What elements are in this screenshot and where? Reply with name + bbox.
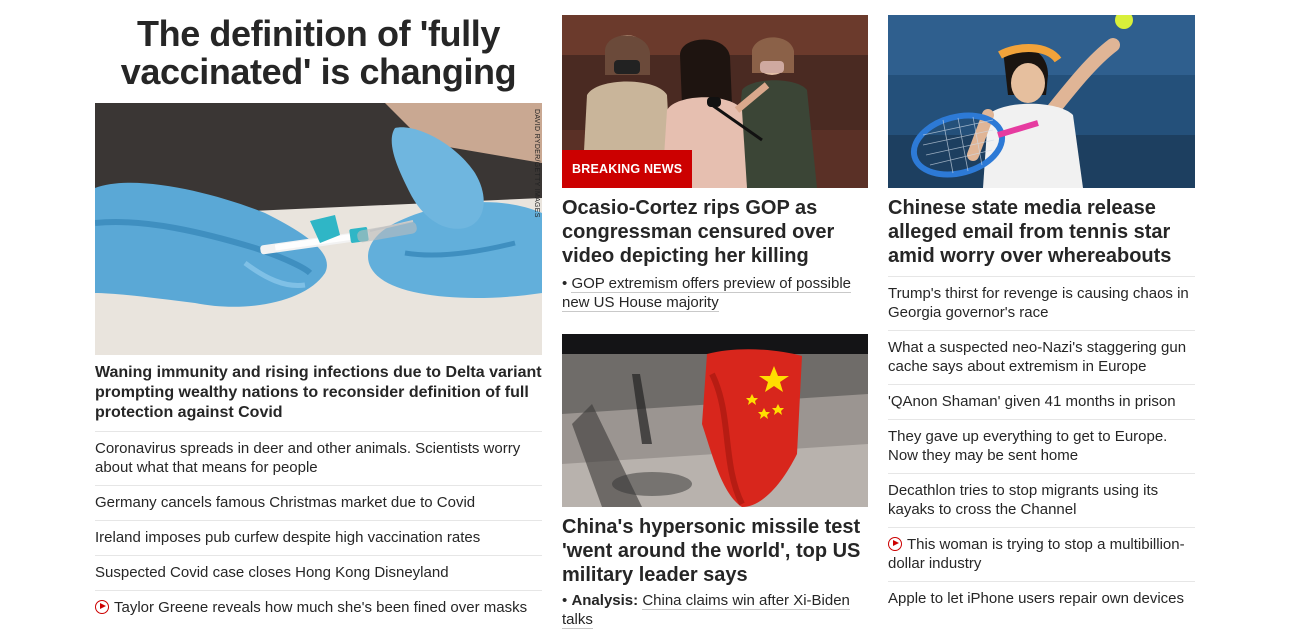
related-link[interactable]: Suspected Covid case closes Hong Kong Di…: [95, 564, 449, 581]
list-item: Decathlon tries to stop migrants using i…: [888, 473, 1195, 527]
tennis-player-illustration: [888, 15, 1195, 188]
list-item: Ireland imposes pub curfew despite high …: [95, 520, 542, 555]
related-link[interactable]: Ireland imposes pub curfew despite high …: [95, 529, 480, 546]
breaking-news-badge: BREAKING NEWS: [562, 150, 693, 188]
list-item: 'QAnon Shaman' given 41 months in prison: [888, 384, 1195, 419]
bullet: •: [562, 275, 568, 292]
related-link[interactable]: Trump's thirst for revenge is causing ch…: [888, 285, 1189, 321]
related-video-link[interactable]: This woman is trying to stop a multibill…: [888, 536, 1185, 572]
vaccine-syringe-image[interactable]: DAVID RYDER/GETTY IMAGES: [95, 103, 542, 355]
related-link[interactable]: Germany cancels famous Christmas market …: [95, 494, 475, 511]
list-item: Germany cancels famous Christmas market …: [95, 485, 542, 520]
play-circle-icon: [888, 537, 902, 551]
china-flag-illustration: [562, 334, 868, 507]
tennis-player-image[interactable]: [888, 15, 1195, 188]
right-related-links: Trump's thirst for revenge is causing ch…: [888, 276, 1195, 616]
story-sub-link-gop-extremism[interactable]: • GOP extremism offers preview of possib…: [562, 274, 868, 312]
vaccine-syringe-illustration: [95, 103, 542, 355]
story-headline-ocasio-cortez[interactable]: Ocasio-Cortez rips GOP as congressman ce…: [562, 196, 868, 268]
lead-story-title[interactable]: The definition of 'fully vaccinated' is …: [95, 0, 542, 91]
list-item: Taylor Greene reveals how much she's bee…: [95, 590, 542, 625]
story-headline-tennis-star[interactable]: Chinese state media release alleged emai…: [888, 196, 1195, 268]
story-headline-hypersonic-missile[interactable]: China's hypersonic missile test 'went ar…: [562, 515, 868, 587]
china-flag-image[interactable]: [562, 334, 868, 507]
list-item: They gave up everything to get to Europe…: [888, 419, 1195, 473]
related-link[interactable]: 'QAnon Shaman' given 41 months in prison: [888, 393, 1176, 410]
related-link[interactable]: Apple to let iPhone users repair own dev…: [888, 590, 1184, 607]
story-sub-link-analysis[interactable]: • Analysis: China claims win after Xi-Bi…: [562, 591, 868, 629]
bullet: •: [562, 592, 568, 609]
related-video-link[interactable]: Taylor Greene reveals how much she's bee…: [114, 599, 527, 616]
analysis-label: Analysis:: [571, 592, 639, 609]
related-link[interactable]: They gave up everything to get to Europe…: [888, 428, 1167, 464]
list-item: Trump's thirst for revenge is causing ch…: [888, 276, 1195, 330]
lead-story-column: The definition of 'fully vaccinated' is …: [95, 0, 542, 625]
image-credit: DAVID RYDER/GETTY IMAGES: [533, 109, 540, 218]
lead-related-links: Coronavirus spreads in deer and other an…: [95, 431, 542, 625]
list-item: Apple to let iPhone users repair own dev…: [888, 581, 1195, 616]
related-link[interactable]: What a suspected neo-Nazi's staggering g…: [888, 339, 1186, 375]
related-link[interactable]: Decathlon tries to stop migrants using i…: [888, 482, 1158, 518]
sub-link-text: GOP extremism offers preview of possible…: [562, 275, 851, 312]
list-item: Suspected Covid case closes Hong Kong Di…: [95, 555, 542, 590]
middle-column: BREAKING NEWS Ocasio-Cortez rips GOP as …: [562, 0, 868, 629]
list-item: This woman is trying to stop a multibill…: [888, 527, 1195, 581]
play-circle-icon: [95, 600, 109, 614]
list-item: Coronavirus spreads in deer and other an…: [95, 431, 542, 485]
related-link[interactable]: Coronavirus spreads in deer and other an…: [95, 440, 520, 476]
lead-story-headline[interactable]: Waning immunity and rising infections du…: [95, 363, 542, 423]
list-item: What a suspected neo-Nazi's staggering g…: [888, 330, 1195, 384]
right-column: Chinese state media release alleged emai…: [888, 0, 1195, 616]
house-floor-image[interactable]: BREAKING NEWS: [562, 15, 868, 188]
